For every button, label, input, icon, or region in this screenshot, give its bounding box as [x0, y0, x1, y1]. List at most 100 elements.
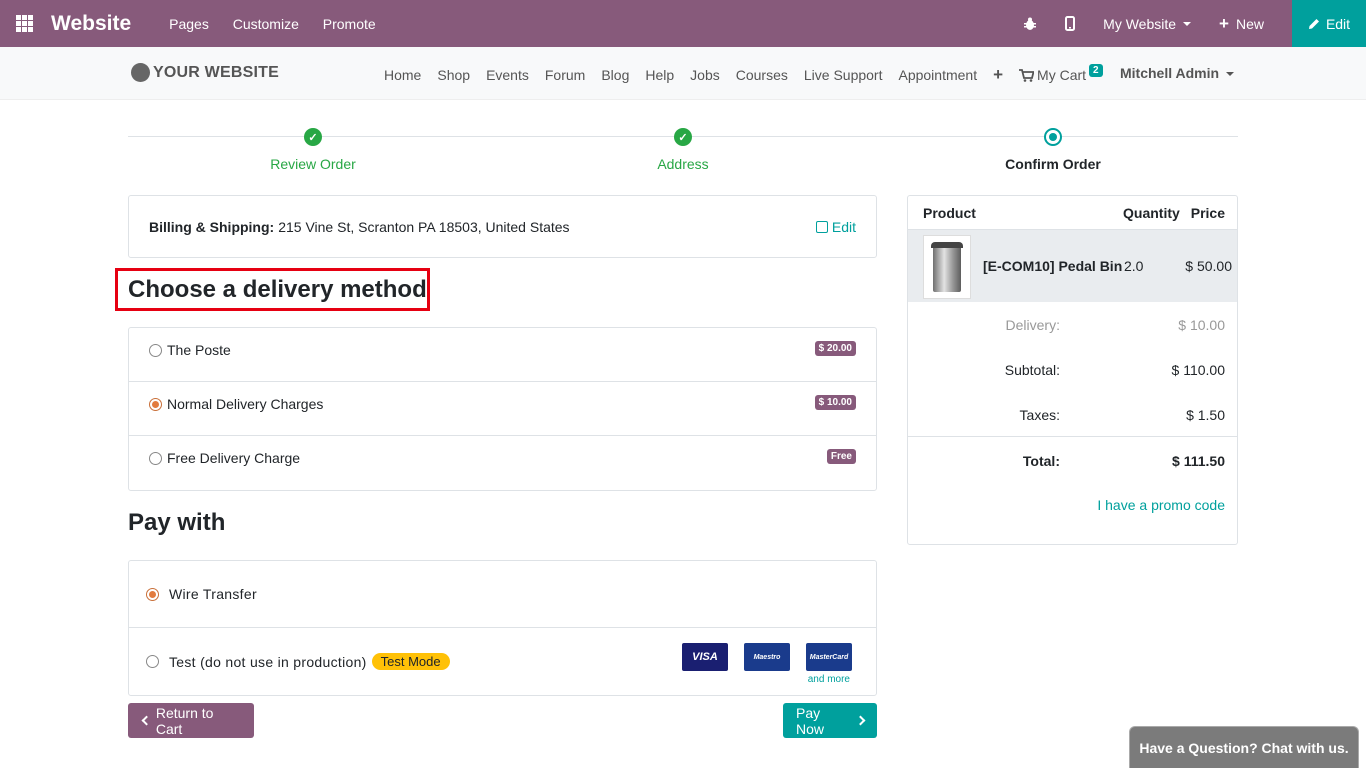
promo-code-link[interactable]: I have a promo code	[1097, 497, 1225, 513]
step-label: Address	[657, 156, 709, 172]
add-menu-plus-icon[interactable]: +	[993, 65, 1003, 85]
totals-divider	[908, 436, 1237, 437]
check-circle-icon: ✓	[674, 128, 692, 146]
edit-address-label: Edit	[831, 218, 856, 235]
nav-blog[interactable]: Blog	[601, 67, 629, 83]
nav-pages[interactable]: Pages	[169, 16, 209, 32]
cart-count-badge: 2	[1089, 63, 1103, 77]
payment-option-label: Test (do not use in production)	[169, 653, 367, 670]
step-label: Review Order	[270, 156, 356, 172]
subtotal-value: $ 110.00	[1171, 362, 1225, 378]
nav-courses[interactable]: Courses	[736, 67, 788, 83]
pencil-icon	[1308, 18, 1319, 29]
delivery-option-normal[interactable]: Normal Delivery Charges $ 10.00	[129, 382, 876, 436]
user-menu[interactable]: Mitchell Admin	[1120, 65, 1235, 81]
nav-jobs[interactable]: Jobs	[690, 67, 720, 83]
nav-shop[interactable]: Shop	[437, 67, 470, 83]
mastercard-logo-icon: MasterCard	[806, 643, 852, 671]
total-label: Total:	[1022, 453, 1060, 469]
total-value: $ 111.50	[1172, 453, 1225, 469]
delivery-option-the-poste[interactable]: The Poste $ 20.00	[129, 328, 876, 382]
header-quantity: Quantity	[1123, 204, 1180, 221]
nav-customize[interactable]: Customize	[233, 16, 299, 32]
site-logo[interactable]: YOUR WEBSITE	[131, 63, 279, 82]
step-address[interactable]: ✓ Address	[583, 128, 783, 172]
card-logos: VISA Maestro MasterCard	[666, 643, 852, 671]
summary-header: Product Quantity Price	[908, 196, 1237, 229]
step-confirm-order: Confirm Order	[953, 128, 1153, 172]
debug-bug-icon[interactable]	[1023, 17, 1037, 31]
nav-appointment[interactable]: Appointment	[898, 67, 977, 83]
edit-button[interactable]: Edit	[1292, 0, 1366, 47]
header-price: Price	[1190, 204, 1225, 221]
delivery-radio[interactable]	[149, 452, 162, 465]
apps-grid-icon[interactable]	[16, 15, 33, 32]
taxes-value: $ 1.50	[1186, 407, 1225, 423]
chevron-down-icon	[1226, 72, 1235, 77]
visa-logo-icon: VISA	[682, 643, 728, 671]
live-chat-button[interactable]: Have a Question? Chat with us.	[1129, 726, 1359, 768]
nav-promote[interactable]: Promote	[323, 16, 376, 32]
admin-topbar: Website Pages Customize Promote My Websi…	[0, 0, 1366, 47]
admin-nav: Pages Customize Promote	[169, 16, 396, 32]
payment-method-list: Wire Transfer Test (do not use in produc…	[128, 560, 877, 696]
subtotal-label: Subtotal:	[1004, 362, 1060, 378]
chevron-left-icon	[141, 715, 152, 726]
product-thumbnail[interactable]	[923, 235, 971, 299]
nav-help[interactable]: Help	[645, 67, 674, 83]
edit-icon	[815, 220, 828, 233]
delivery-option-label: The Poste	[167, 342, 231, 358]
payment-radio[interactable]	[146, 587, 159, 601]
website-selector[interactable]: My Website	[1103, 16, 1192, 32]
my-cart-link[interactable]: My Cart 2	[1019, 63, 1103, 83]
billing-address: 215 Vine St, Scranton PA 18503, United S…	[278, 218, 570, 235]
delivery-method-list: The Poste $ 20.00 Normal Delivery Charge…	[128, 327, 877, 491]
mobile-preview-icon[interactable]	[1065, 16, 1076, 31]
chevron-down-icon	[1183, 21, 1192, 26]
logo-text: YOUR WEBSITE	[153, 63, 279, 81]
main-nav: Home Shop Events Forum Blog Help Jobs Co…	[384, 63, 1119, 85]
cart-label: My Cart	[1037, 67, 1087, 83]
and-more-link[interactable]: and more	[808, 674, 850, 685]
delivery-label: Delivery:	[1005, 317, 1060, 333]
new-button[interactable]: + New	[1219, 14, 1264, 34]
billing-shipping-card: Billing & Shipping: 215 Vine St, Scranto…	[128, 195, 877, 258]
payment-radio[interactable]	[146, 655, 159, 668]
nav-live-support[interactable]: Live Support	[804, 67, 883, 83]
product-price: $ 50.00	[1185, 258, 1232, 274]
site-header: YOUR WEBSITE Home Shop Events Forum Blog…	[0, 47, 1366, 100]
product-quantity: 2.0	[1124, 258, 1144, 274]
delivery-option-free[interactable]: Free Delivery Charge Free	[129, 436, 876, 490]
payment-option-label: Wire Transfer	[169, 586, 257, 602]
nav-forum[interactable]: Forum	[545, 67, 585, 83]
pay-now-label: Pay Now	[796, 704, 825, 737]
return-to-cart-button[interactable]: Return to Cart	[128, 703, 254, 738]
admin-actions: My Website + New Edit	[1023, 0, 1366, 47]
check-circle-icon: ✓	[304, 128, 322, 146]
summary-line-item: [E-COM10] Pedal Bin 2.0 $ 50.00	[908, 229, 1237, 302]
order-summary: Product Quantity Price [E-COM10] Pedal B…	[907, 195, 1238, 545]
return-label: Return to Cart	[155, 704, 214, 737]
delivery-option-label: Free Delivery Charge	[167, 450, 301, 466]
payment-option-test[interactable]: Test (do not use in production) Test Mod…	[129, 628, 876, 695]
step-label: Confirm Order	[1005, 156, 1101, 172]
app-brand[interactable]: Website	[51, 12, 131, 36]
delivery-price-badge: Free	[826, 449, 856, 464]
payment-option-wire-transfer[interactable]: Wire Transfer	[129, 561, 876, 628]
pay-now-button[interactable]: Pay Now	[783, 703, 877, 738]
delivery-radio[interactable]	[149, 344, 162, 357]
cart-icon	[1019, 68, 1035, 82]
delivery-value: $ 10.00	[1178, 317, 1225, 333]
header-product: Product	[923, 204, 976, 221]
current-step-icon	[1044, 128, 1062, 146]
pay-with-title: Pay with	[128, 509, 226, 536]
new-label: New	[1235, 15, 1264, 32]
delivery-price-badge: $ 10.00	[814, 395, 856, 410]
step-review-order[interactable]: ✓ Review Order	[213, 128, 413, 172]
nav-events[interactable]: Events	[486, 67, 529, 83]
delivery-radio[interactable]	[149, 398, 162, 411]
edit-address-link[interactable]: Edit	[815, 218, 856, 235]
product-name[interactable]: [E-COM10] Pedal Bin	[983, 258, 1122, 274]
delivery-price-badge: $ 20.00	[814, 341, 856, 356]
nav-home[interactable]: Home	[384, 67, 421, 83]
